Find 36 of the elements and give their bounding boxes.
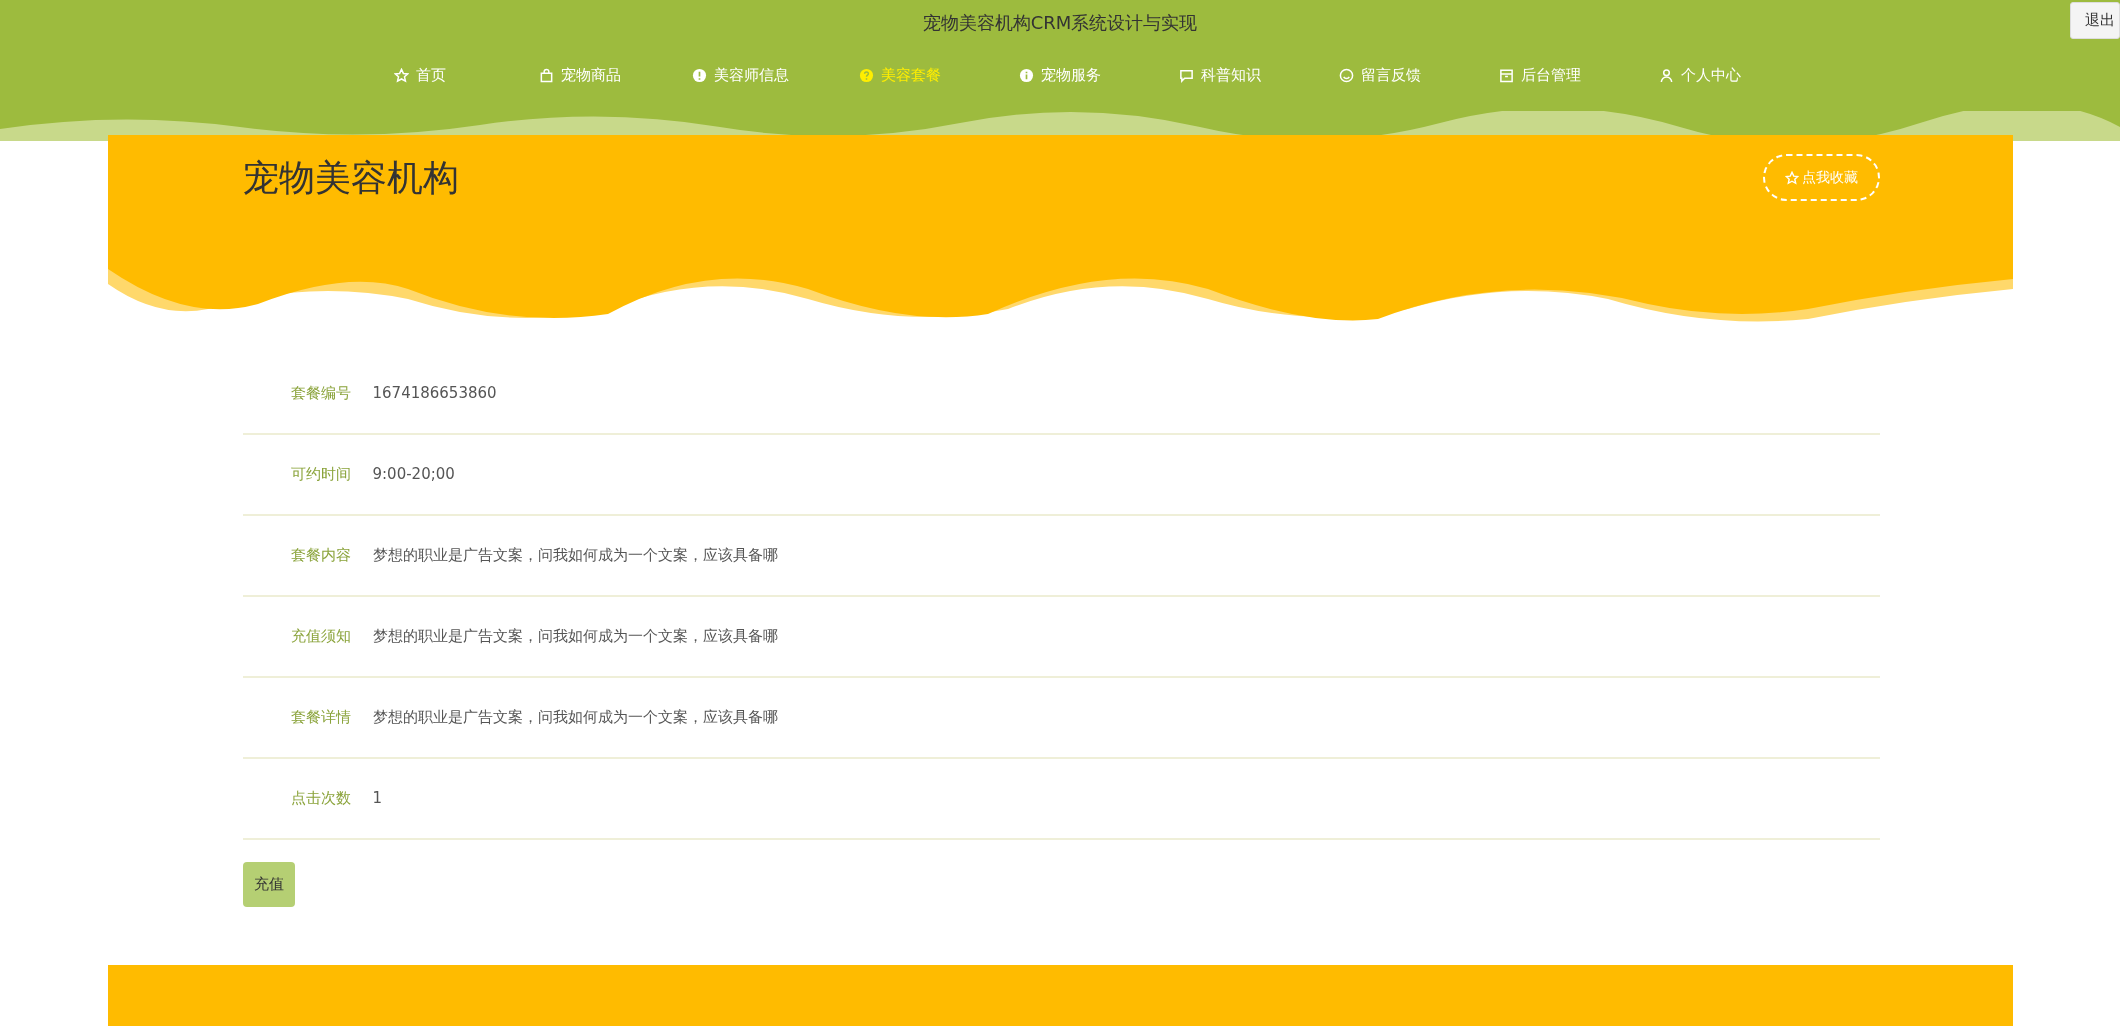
- field-label: 套餐详情: [289, 707, 352, 729]
- field-label: 充值须知: [289, 626, 352, 648]
- recharge-button[interactable]: 充值: [242, 862, 295, 907]
- star-icon: [1784, 170, 1799, 185]
- site-title: 宠物美容机构CRM系统设计与实现: [922, 11, 1198, 35]
- box-icon: [1499, 67, 1514, 83]
- nav-link[interactable]: 美容套餐: [820, 52, 980, 99]
- field-value: 梦想的职业是广告文案，问我如何成为一个文案，应该具备哪: [372, 626, 778, 648]
- field-label: 可约时间: [289, 464, 352, 486]
- logout-button[interactable]: 退出: [2070, 2, 2120, 39]
- nav-link[interactable]: 宠物商品: [500, 52, 660, 99]
- nav-link[interactable]: 个人中心: [1620, 52, 1780, 99]
- field-value: 9:00-20;00: [372, 464, 455, 486]
- field-value: 1674186653860: [372, 383, 497, 405]
- bag-icon: [539, 67, 554, 83]
- chat-icon: [1179, 67, 1194, 83]
- field-label: 点击次数: [289, 788, 352, 810]
- field-value: 梦想的职业是广告文案，问我如何成为一个文案，应该具备哪: [372, 545, 778, 567]
- field-value: 1: [372, 788, 383, 810]
- field-value: 梦想的职业是广告文案，问我如何成为一个文案，应该具备哪: [372, 707, 778, 729]
- star-icon: [394, 67, 409, 83]
- exclamation-circle-icon: [691, 67, 707, 83]
- nav-link[interactable]: 宠物服务: [980, 52, 1140, 99]
- field-label: 套餐编号: [289, 383, 352, 405]
- person-icon: [1659, 67, 1674, 83]
- info-circle-icon: [1019, 67, 1034, 83]
- nav-link[interactable]: 后台管理: [1460, 52, 1620, 99]
- field-label: 套餐内容: [289, 545, 352, 567]
- nav-link[interactable]: 首页: [340, 52, 500, 99]
- nav-link[interactable]: 留言反馈: [1300, 52, 1460, 99]
- smile-icon: [1339, 67, 1354, 83]
- question-circle-icon: [859, 67, 874, 83]
- nav-link[interactable]: 美容师信息: [660, 52, 820, 99]
- nav-link[interactable]: 科普知识: [1140, 52, 1300, 99]
- favorite-button[interactable]: 点我收藏: [1762, 154, 1880, 201]
- page-title: 宠物美容机构: [242, 155, 459, 200]
